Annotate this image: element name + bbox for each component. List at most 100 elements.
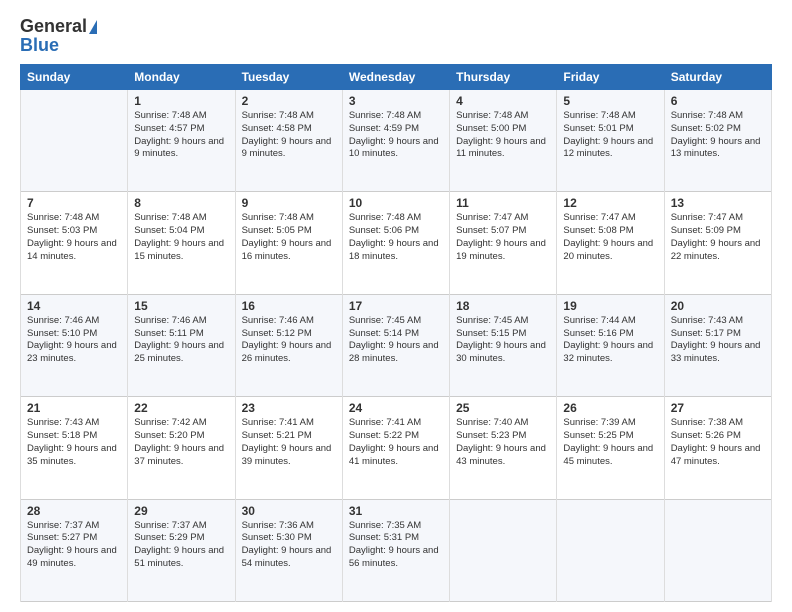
calendar-cell bbox=[450, 499, 557, 601]
day-number: 27 bbox=[671, 401, 765, 415]
day-detail: Sunrise: 7:48 AMSunset: 4:59 PMDaylight:… bbox=[349, 110, 439, 159]
day-detail: Sunrise: 7:42 AMSunset: 5:20 PMDaylight:… bbox=[134, 417, 224, 466]
day-detail: Sunrise: 7:48 AMSunset: 5:05 PMDaylight:… bbox=[242, 212, 332, 261]
calendar-cell: 1 Sunrise: 7:48 AMSunset: 4:57 PMDayligh… bbox=[128, 90, 235, 192]
day-number: 20 bbox=[671, 299, 765, 313]
calendar-cell bbox=[557, 499, 664, 601]
day-detail: Sunrise: 7:48 AMSunset: 5:02 PMDaylight:… bbox=[671, 110, 761, 159]
calendar-cell: 14 Sunrise: 7:46 AMSunset: 5:10 PMDaylig… bbox=[21, 294, 128, 396]
day-number: 21 bbox=[27, 401, 121, 415]
header-tuesday: Tuesday bbox=[235, 65, 342, 90]
day-detail: Sunrise: 7:35 AMSunset: 5:31 PMDaylight:… bbox=[349, 520, 439, 569]
calendar-cell: 16 Sunrise: 7:46 AMSunset: 5:12 PMDaylig… bbox=[235, 294, 342, 396]
logo: General Blue bbox=[20, 16, 97, 56]
day-number: 5 bbox=[563, 94, 657, 108]
calendar-cell: 19 Sunrise: 7:44 AMSunset: 5:16 PMDaylig… bbox=[557, 294, 664, 396]
calendar-cell: 24 Sunrise: 7:41 AMSunset: 5:22 PMDaylig… bbox=[342, 397, 449, 499]
calendar-cell: 6 Sunrise: 7:48 AMSunset: 5:02 PMDayligh… bbox=[664, 90, 771, 192]
header-monday: Monday bbox=[128, 65, 235, 90]
day-number: 22 bbox=[134, 401, 228, 415]
day-detail: Sunrise: 7:47 AMSunset: 5:08 PMDaylight:… bbox=[563, 212, 653, 261]
header-thursday: Thursday bbox=[450, 65, 557, 90]
header-friday: Friday bbox=[557, 65, 664, 90]
calendar-cell: 22 Sunrise: 7:42 AMSunset: 5:20 PMDaylig… bbox=[128, 397, 235, 499]
header-saturday: Saturday bbox=[664, 65, 771, 90]
day-number: 24 bbox=[349, 401, 443, 415]
day-detail: Sunrise: 7:43 AMSunset: 5:18 PMDaylight:… bbox=[27, 417, 117, 466]
day-detail: Sunrise: 7:47 AMSunset: 5:09 PMDaylight:… bbox=[671, 212, 761, 261]
day-number: 6 bbox=[671, 94, 765, 108]
day-detail: Sunrise: 7:45 AMSunset: 5:14 PMDaylight:… bbox=[349, 315, 439, 364]
header: General Blue bbox=[20, 16, 772, 56]
day-detail: Sunrise: 7:39 AMSunset: 5:25 PMDaylight:… bbox=[563, 417, 653, 466]
calendar-cell: 17 Sunrise: 7:45 AMSunset: 5:14 PMDaylig… bbox=[342, 294, 449, 396]
calendar-cell: 25 Sunrise: 7:40 AMSunset: 5:23 PMDaylig… bbox=[450, 397, 557, 499]
calendar-cell: 7 Sunrise: 7:48 AMSunset: 5:03 PMDayligh… bbox=[21, 192, 128, 294]
calendar-cell: 20 Sunrise: 7:43 AMSunset: 5:17 PMDaylig… bbox=[664, 294, 771, 396]
day-detail: Sunrise: 7:37 AMSunset: 5:29 PMDaylight:… bbox=[134, 520, 224, 569]
weekday-header-row: Sunday Monday Tuesday Wednesday Thursday… bbox=[21, 65, 772, 90]
calendar-cell: 29 Sunrise: 7:37 AMSunset: 5:29 PMDaylig… bbox=[128, 499, 235, 601]
day-detail: Sunrise: 7:38 AMSunset: 5:26 PMDaylight:… bbox=[671, 417, 761, 466]
calendar-cell: 28 Sunrise: 7:37 AMSunset: 5:27 PMDaylig… bbox=[21, 499, 128, 601]
day-number: 16 bbox=[242, 299, 336, 313]
calendar-cell: 3 Sunrise: 7:48 AMSunset: 4:59 PMDayligh… bbox=[342, 90, 449, 192]
calendar-cell: 4 Sunrise: 7:48 AMSunset: 5:00 PMDayligh… bbox=[450, 90, 557, 192]
logo-general-text: General bbox=[20, 16, 87, 37]
calendar-cell: 30 Sunrise: 7:36 AMSunset: 5:30 PMDaylig… bbox=[235, 499, 342, 601]
calendar-cell: 26 Sunrise: 7:39 AMSunset: 5:25 PMDaylig… bbox=[557, 397, 664, 499]
day-number: 14 bbox=[27, 299, 121, 313]
header-sunday: Sunday bbox=[21, 65, 128, 90]
day-number: 15 bbox=[134, 299, 228, 313]
day-number: 7 bbox=[27, 196, 121, 210]
day-detail: Sunrise: 7:48 AMSunset: 5:01 PMDaylight:… bbox=[563, 110, 653, 159]
day-number: 4 bbox=[456, 94, 550, 108]
day-number: 13 bbox=[671, 196, 765, 210]
day-detail: Sunrise: 7:48 AMSunset: 5:04 PMDaylight:… bbox=[134, 212, 224, 261]
day-detail: Sunrise: 7:46 AMSunset: 5:10 PMDaylight:… bbox=[27, 315, 117, 364]
day-detail: Sunrise: 7:48 AMSunset: 5:00 PMDaylight:… bbox=[456, 110, 546, 159]
calendar-cell: 5 Sunrise: 7:48 AMSunset: 5:01 PMDayligh… bbox=[557, 90, 664, 192]
day-number: 28 bbox=[27, 504, 121, 518]
week-row-4: 21 Sunrise: 7:43 AMSunset: 5:18 PMDaylig… bbox=[21, 397, 772, 499]
calendar-cell: 12 Sunrise: 7:47 AMSunset: 5:08 PMDaylig… bbox=[557, 192, 664, 294]
day-detail: Sunrise: 7:46 AMSunset: 5:12 PMDaylight:… bbox=[242, 315, 332, 364]
day-detail: Sunrise: 7:48 AMSunset: 5:03 PMDaylight:… bbox=[27, 212, 117, 261]
day-number: 9 bbox=[242, 196, 336, 210]
day-detail: Sunrise: 7:44 AMSunset: 5:16 PMDaylight:… bbox=[563, 315, 653, 364]
day-number: 23 bbox=[242, 401, 336, 415]
day-number: 1 bbox=[134, 94, 228, 108]
calendar-cell: 31 Sunrise: 7:35 AMSunset: 5:31 PMDaylig… bbox=[342, 499, 449, 601]
day-detail: Sunrise: 7:43 AMSunset: 5:17 PMDaylight:… bbox=[671, 315, 761, 364]
calendar-cell: 15 Sunrise: 7:46 AMSunset: 5:11 PMDaylig… bbox=[128, 294, 235, 396]
calendar-cell: 27 Sunrise: 7:38 AMSunset: 5:26 PMDaylig… bbox=[664, 397, 771, 499]
day-number: 10 bbox=[349, 196, 443, 210]
day-number: 18 bbox=[456, 299, 550, 313]
calendar-cell: 21 Sunrise: 7:43 AMSunset: 5:18 PMDaylig… bbox=[21, 397, 128, 499]
calendar-cell bbox=[21, 90, 128, 192]
logo-blue-text: Blue bbox=[20, 35, 59, 56]
day-number: 19 bbox=[563, 299, 657, 313]
calendar-cell: 11 Sunrise: 7:47 AMSunset: 5:07 PMDaylig… bbox=[450, 192, 557, 294]
day-number: 8 bbox=[134, 196, 228, 210]
day-detail: Sunrise: 7:47 AMSunset: 5:07 PMDaylight:… bbox=[456, 212, 546, 261]
calendar-cell: 23 Sunrise: 7:41 AMSunset: 5:21 PMDaylig… bbox=[235, 397, 342, 499]
day-detail: Sunrise: 7:36 AMSunset: 5:30 PMDaylight:… bbox=[242, 520, 332, 569]
week-row-1: 1 Sunrise: 7:48 AMSunset: 4:57 PMDayligh… bbox=[21, 90, 772, 192]
page: General Blue Sunday Monday Tuesday Wedne… bbox=[0, 0, 792, 612]
day-number: 26 bbox=[563, 401, 657, 415]
calendar-cell: 2 Sunrise: 7:48 AMSunset: 4:58 PMDayligh… bbox=[235, 90, 342, 192]
day-number: 12 bbox=[563, 196, 657, 210]
day-number: 3 bbox=[349, 94, 443, 108]
day-detail: Sunrise: 7:45 AMSunset: 5:15 PMDaylight:… bbox=[456, 315, 546, 364]
day-detail: Sunrise: 7:48 AMSunset: 4:57 PMDaylight:… bbox=[134, 110, 224, 159]
day-number: 17 bbox=[349, 299, 443, 313]
day-detail: Sunrise: 7:46 AMSunset: 5:11 PMDaylight:… bbox=[134, 315, 224, 364]
calendar-cell: 8 Sunrise: 7:48 AMSunset: 5:04 PMDayligh… bbox=[128, 192, 235, 294]
calendar-cell: 18 Sunrise: 7:45 AMSunset: 5:15 PMDaylig… bbox=[450, 294, 557, 396]
calendar-cell: 13 Sunrise: 7:47 AMSunset: 5:09 PMDaylig… bbox=[664, 192, 771, 294]
day-detail: Sunrise: 7:48 AMSunset: 5:06 PMDaylight:… bbox=[349, 212, 439, 261]
day-detail: Sunrise: 7:40 AMSunset: 5:23 PMDaylight:… bbox=[456, 417, 546, 466]
week-row-5: 28 Sunrise: 7:37 AMSunset: 5:27 PMDaylig… bbox=[21, 499, 772, 601]
calendar-table: Sunday Monday Tuesday Wednesday Thursday… bbox=[20, 64, 772, 602]
